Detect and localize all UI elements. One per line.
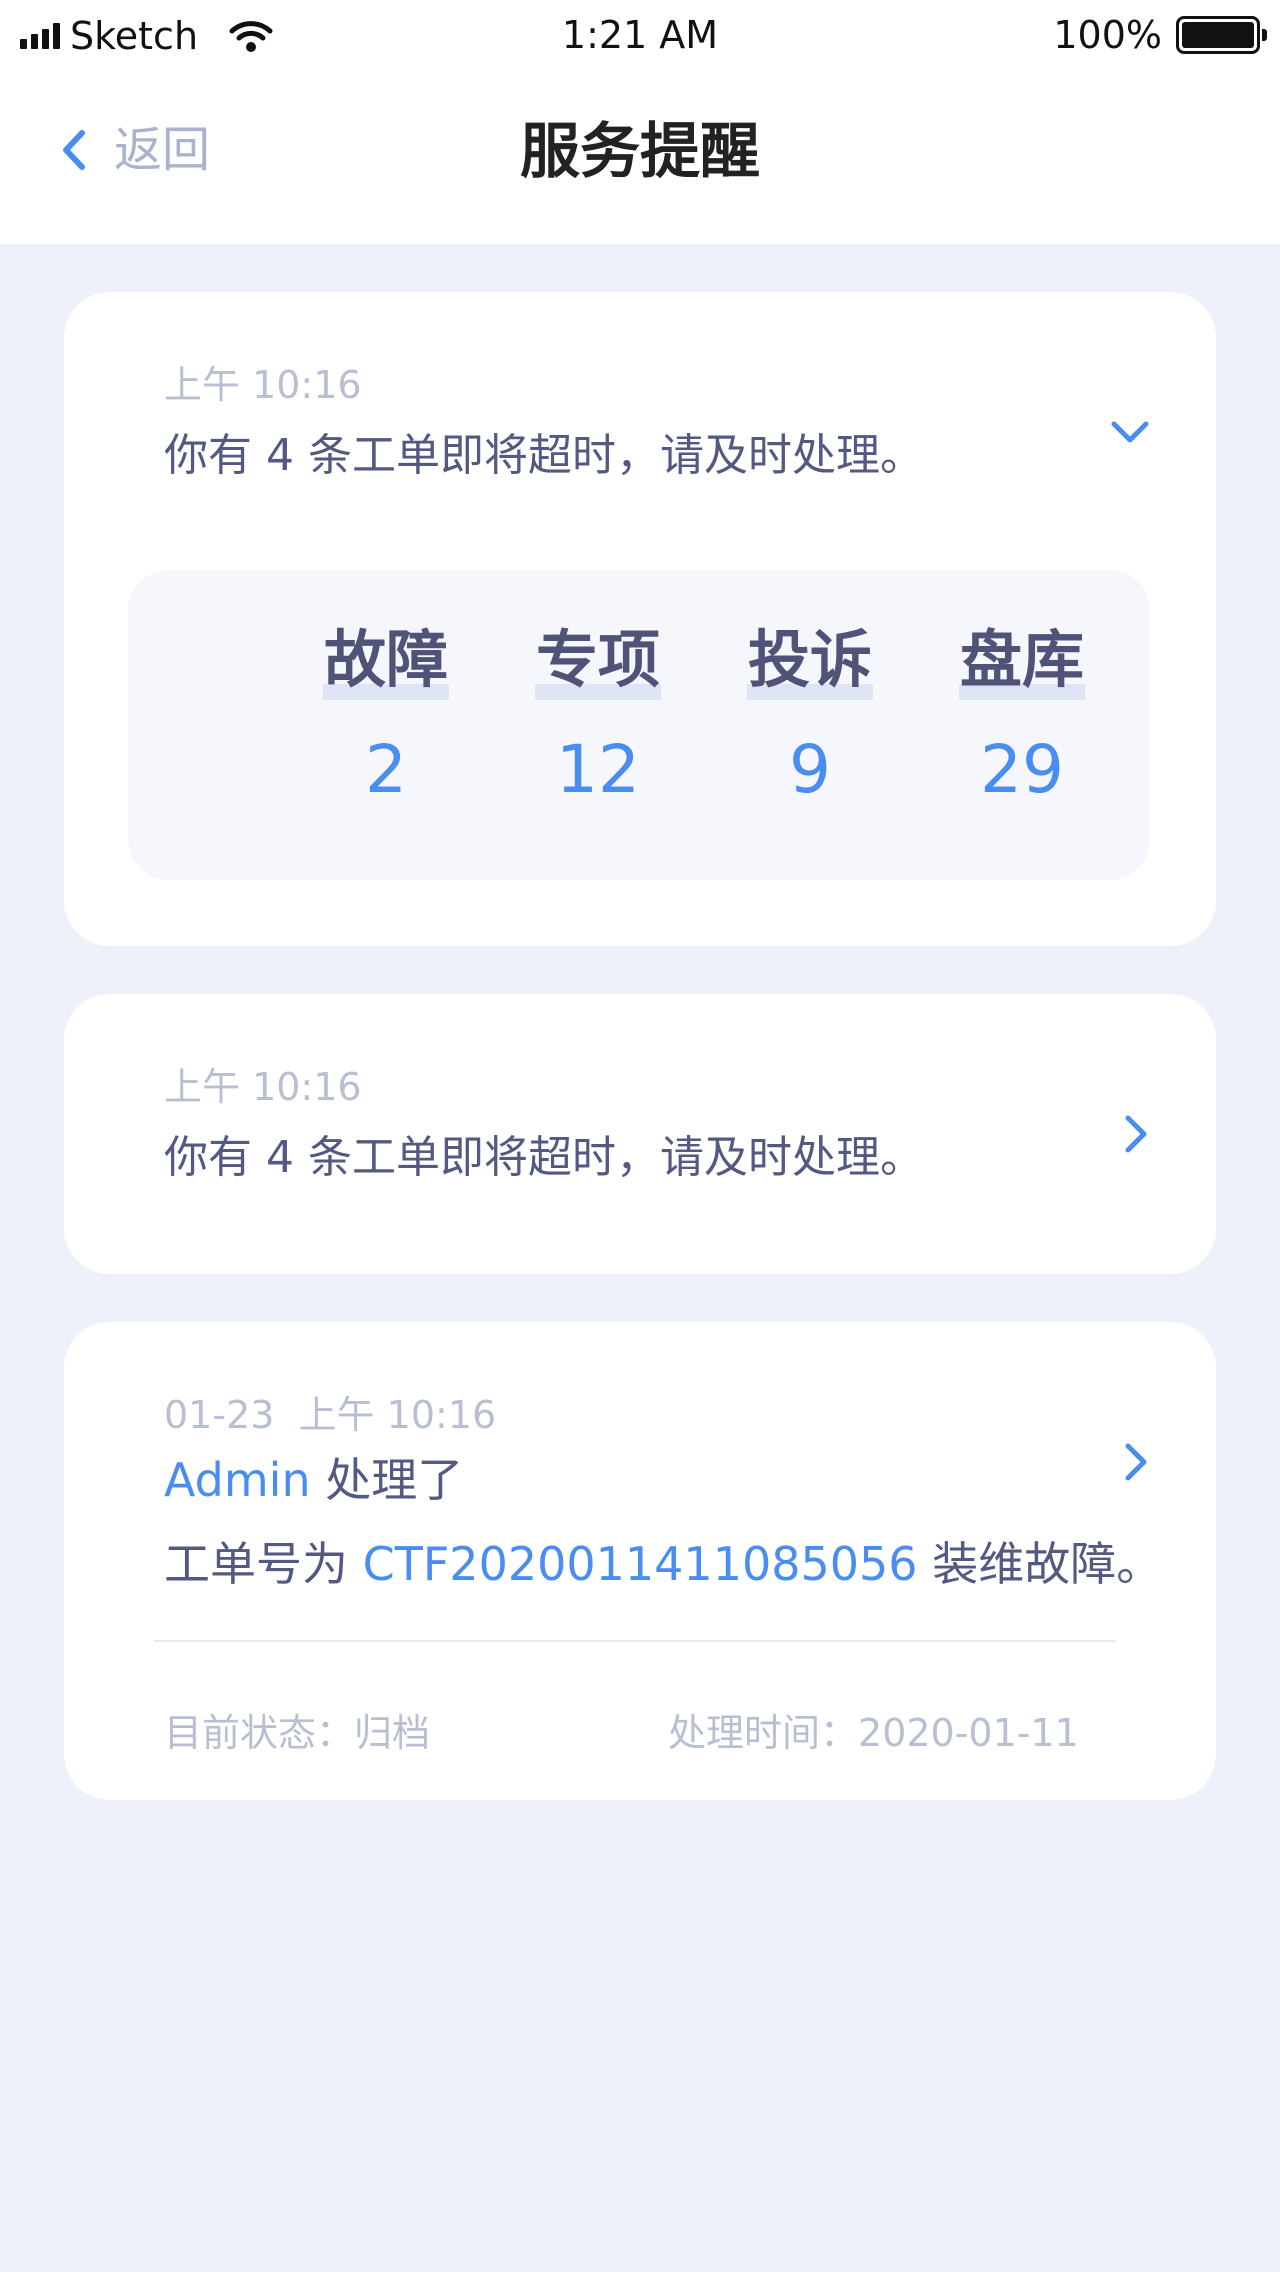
ticket-stats-panel: 故障 2 专项 12 投诉 9 盘库 29 [128, 570, 1150, 880]
reminder-card[interactable]: 上午 10:16 你有 4 条工单即将超时，请及时处理。 [64, 994, 1216, 1274]
status-label: 目前状态： [164, 1711, 355, 1755]
action-text: 处理了 [310, 1453, 464, 1507]
battery-percent: 100% [1053, 13, 1162, 57]
processed-label: 处理时间： [668, 1711, 859, 1755]
message-time: 上午 10:16 [164, 363, 362, 407]
stat-value: 29 [980, 731, 1064, 808]
message-date: 01-23 [164, 1393, 275, 1437]
work-order-card[interactable]: 01-23 上午 10:16 Admin 处理了 工单号为 CTF2020011… [64, 1322, 1216, 1800]
service-reminder-page: Sketch 1:21 AM 100% 返回 服务提醒 上午 10:16 你有 … [0, 0, 1280, 2272]
order-suffix: 装维故障。 [917, 1537, 1163, 1591]
stat-inventory[interactable]: 盘库 29 [947, 624, 1097, 810]
message-time: 上午 10:16 [164, 1065, 362, 1109]
chevron-right-icon[interactable] [1114, 1440, 1158, 1484]
stat-label: 盘库 [959, 623, 1084, 696]
stat-value: 2 [365, 731, 407, 808]
stat-value: 12 [556, 731, 640, 808]
order-prefix: 工单号为 [164, 1537, 363, 1591]
processed-value: 2020-01-11 [858, 1711, 1079, 1755]
status-right: 100% [1053, 12, 1267, 58]
chevron-right-icon[interactable] [1114, 1112, 1158, 1156]
stat-fault[interactable]: 故障 2 [311, 624, 461, 810]
current-status: 目前状态：归档 [164, 1710, 430, 1756]
message-text: 你有 4 条工单即将超时，请及时处理。 [164, 430, 924, 481]
stat-value: 9 [789, 731, 831, 808]
work-order-line: 工单号为 CTF2020011411085056 装维故障。 [164, 1534, 1162, 1594]
reminder-card-expanded[interactable]: 上午 10:16 你有 4 条工单即将超时，请及时处理。 故障 2 专项 12 … [64, 292, 1216, 946]
chevron-down-icon[interactable] [1108, 410, 1152, 454]
processed-by-line: Admin 处理了 [164, 1450, 463, 1510]
stat-special[interactable]: 专项 12 [523, 624, 673, 810]
message-datetime: 01-23 上午 10:16 [164, 1392, 496, 1438]
stat-label: 故障 [323, 623, 448, 696]
processed-time: 处理时间：2020-01-11 [668, 1710, 1079, 1756]
page-title: 服务提醒 [520, 117, 760, 187]
message-time: 上午 10:16 [298, 1393, 497, 1437]
divider [154, 1640, 1116, 1642]
status-value: 归档 [354, 1711, 431, 1755]
actor-name[interactable]: Admin [164, 1453, 311, 1507]
nav-bar: 返回 服务提醒 [0, 72, 1280, 244]
stat-complaint[interactable]: 投诉 9 [735, 624, 885, 810]
message-text: 你有 4 条工单即将超时，请及时处理。 [164, 1132, 924, 1183]
stat-label: 专项 [535, 623, 660, 696]
status-bar: Sketch 1:21 AM 100% [0, 0, 1280, 72]
stat-label: 投诉 [747, 623, 872, 696]
order-number-link[interactable]: CTF2020011411085056 [363, 1537, 918, 1591]
battery-icon [1176, 16, 1267, 54]
